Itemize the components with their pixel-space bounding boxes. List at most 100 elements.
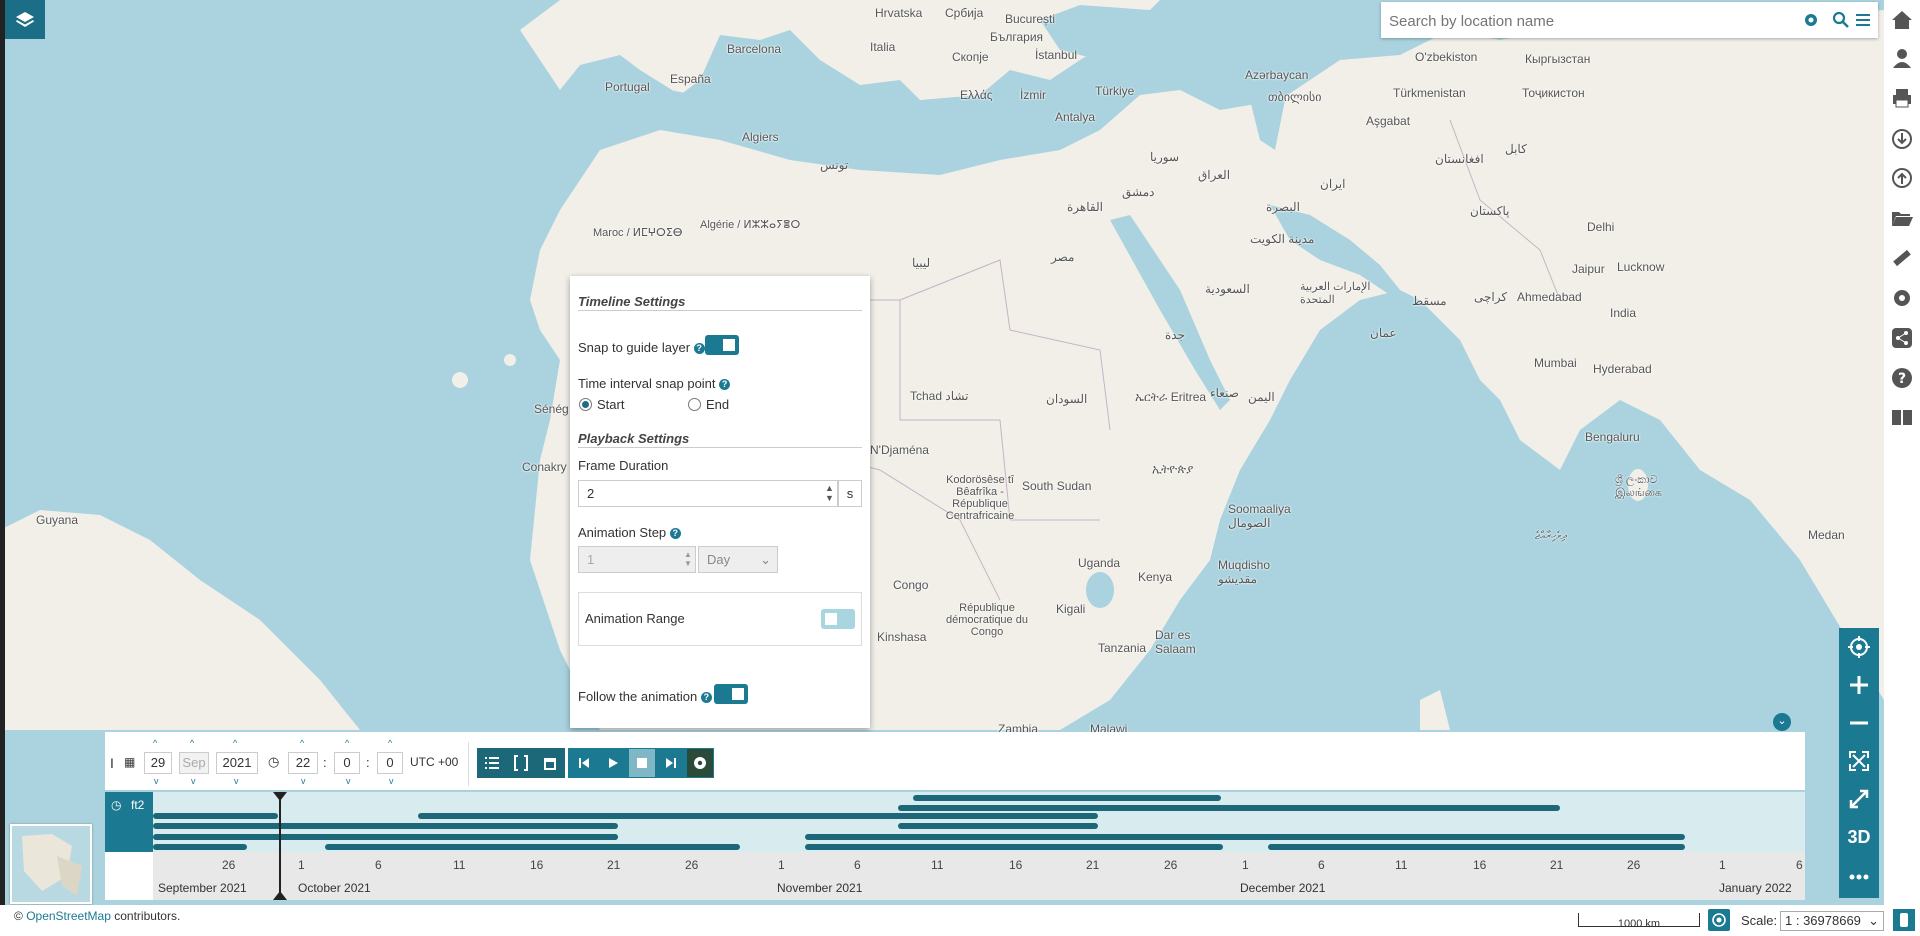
timeline-bar[interactable]	[325, 844, 740, 850]
upload-button[interactable]	[1890, 166, 1914, 190]
stop-button[interactable]	[629, 749, 655, 777]
timeline-bar[interactable]	[153, 823, 618, 829]
map-label: تونس	[820, 158, 849, 172]
timeline-bar[interactable]	[153, 813, 278, 819]
scale-select[interactable]: 1 : 36978669 ⌄	[1780, 911, 1884, 931]
print-button[interactable]	[1890, 86, 1914, 110]
gear-icon[interactable]	[1801, 10, 1821, 30]
help-icon[interactable]: ?	[719, 379, 731, 391]
month-label: November 2021	[777, 881, 863, 895]
share-button[interactable]	[1890, 326, 1914, 350]
follow-animation-toggle[interactable]	[714, 684, 748, 704]
zoom-extent-button[interactable]	[1839, 742, 1879, 780]
zoom-out-button[interactable]	[1839, 704, 1879, 742]
step-forward-button[interactable]	[658, 749, 684, 777]
tick-label: 26	[222, 858, 236, 872]
decrement-arrow[interactable]: v	[234, 776, 239, 786]
current-time-marker[interactable]	[279, 792, 281, 900]
map-label: Algérie / ⵍⵣⵣⴰⵢⴻⵔ	[700, 219, 801, 231]
increment-arrow[interactable]: ^	[345, 738, 349, 748]
menu-icon[interactable]	[1853, 10, 1873, 30]
map-label: ኤርትራ Eritrea	[1135, 390, 1207, 404]
home-button[interactable]	[1890, 8, 1914, 32]
settings-button[interactable]	[1890, 286, 1914, 310]
hour-input[interactable]: 22	[288, 752, 318, 774]
list-view-button[interactable]	[479, 749, 505, 777]
frame-duration-input[interactable]: 2	[578, 480, 838, 507]
stepper-icon[interactable]: ▲ ▼	[825, 483, 834, 503]
attribution: © OpenStreetMap contributors.	[14, 909, 180, 923]
fullscreen-button[interactable]	[1839, 780, 1879, 818]
osm-link[interactable]: OpenStreetMap	[26, 909, 111, 923]
overview-map[interactable]	[10, 824, 92, 904]
increment-arrow[interactable]: ^	[388, 738, 392, 748]
timeline-bar[interactable]	[1268, 844, 1685, 850]
help-icon[interactable]: ?	[669, 528, 681, 540]
map-label: Hyderabad	[1593, 362, 1652, 376]
second-input[interactable]: 0	[377, 752, 403, 774]
decrement-arrow[interactable]: v	[191, 776, 196, 786]
layers-button[interactable]	[5, 0, 45, 39]
right-toolbar: ?	[1884, 0, 1920, 905]
increment-arrow[interactable]: ^	[233, 738, 237, 748]
snap-guide-toggle[interactable]	[705, 335, 739, 355]
day-input[interactable]: 29	[144, 752, 172, 774]
month-input[interactable]: Sep	[179, 752, 209, 774]
3d-button[interactable]: 3D	[1839, 818, 1879, 856]
timeline-bar[interactable]	[805, 834, 1685, 840]
timeline-bar[interactable]	[898, 823, 1098, 829]
open-folder-button[interactable]	[1890, 206, 1914, 230]
help-button[interactable]: ?	[1890, 366, 1914, 390]
snap-end-radio[interactable]	[688, 398, 701, 411]
tick-label: 1	[1242, 858, 1249, 872]
play-button[interactable]	[600, 749, 626, 777]
map-label: مصر	[1051, 250, 1075, 264]
minute-input[interactable]: 0	[334, 752, 360, 774]
decrement-arrow[interactable]: v	[346, 776, 351, 786]
timeline-bar[interactable]	[418, 813, 1098, 819]
stop-icon	[637, 758, 647, 768]
timeline-bar[interactable]	[898, 805, 1560, 811]
search-icon[interactable]	[1831, 10, 1851, 30]
user-button[interactable]	[1890, 46, 1914, 70]
map-label: Guyana	[36, 513, 79, 527]
increment-arrow[interactable]: ^	[300, 738, 304, 748]
scale-toggle-button[interactable]	[1708, 909, 1730, 931]
brackets-icon	[514, 755, 528, 771]
year-input[interactable]: 2021	[216, 752, 258, 774]
zoom-in-button[interactable]	[1839, 666, 1879, 704]
decrement-arrow[interactable]: v	[301, 776, 306, 786]
more-button[interactable]	[1839, 858, 1879, 896]
range-button[interactable]	[508, 749, 534, 777]
help-icon[interactable]: ?	[700, 692, 712, 704]
layer-tab[interactable]: ◷ ft2	[105, 792, 153, 852]
locate-button[interactable]	[1839, 628, 1879, 666]
map-label: Muqdisho مقديشو	[1218, 558, 1271, 586]
map-label: صنعاء	[1210, 386, 1239, 400]
increment-arrow[interactable]: ^	[190, 738, 194, 748]
search-input[interactable]	[1387, 9, 1791, 33]
decrement-arrow[interactable]: v	[389, 776, 394, 786]
animation-range-toggle[interactable]	[821, 609, 855, 629]
timeline-bar[interactable]	[805, 844, 1223, 850]
calendar-button[interactable]	[537, 749, 563, 777]
map-label: India	[1610, 306, 1637, 320]
decrement-arrow[interactable]: v	[154, 776, 159, 786]
increment-arrow[interactable]: ^	[153, 738, 157, 748]
time-separator: :	[323, 755, 327, 770]
map-label: Скопје	[952, 50, 989, 64]
animation-step-input[interactable]: 1	[578, 546, 696, 573]
timeline-settings-button[interactable]	[687, 749, 713, 777]
measure-button[interactable]	[1890, 246, 1914, 270]
help-icon[interactable]: ?	[693, 343, 705, 355]
download-button[interactable]	[1890, 127, 1914, 151]
step-back-button[interactable]	[571, 749, 597, 777]
animation-step-unit-select[interactable]: Day ⌄	[698, 546, 778, 573]
timeline-bar[interactable]	[153, 844, 247, 850]
timeline-bar[interactable]	[418, 834, 618, 840]
options-button[interactable]	[1893, 909, 1915, 931]
manual-button[interactable]	[1890, 405, 1914, 429]
chevron-down-icon[interactable]: ⌄	[1773, 713, 1791, 731]
timeline-bar[interactable]	[913, 795, 1221, 801]
snap-start-radio[interactable]	[579, 398, 592, 411]
